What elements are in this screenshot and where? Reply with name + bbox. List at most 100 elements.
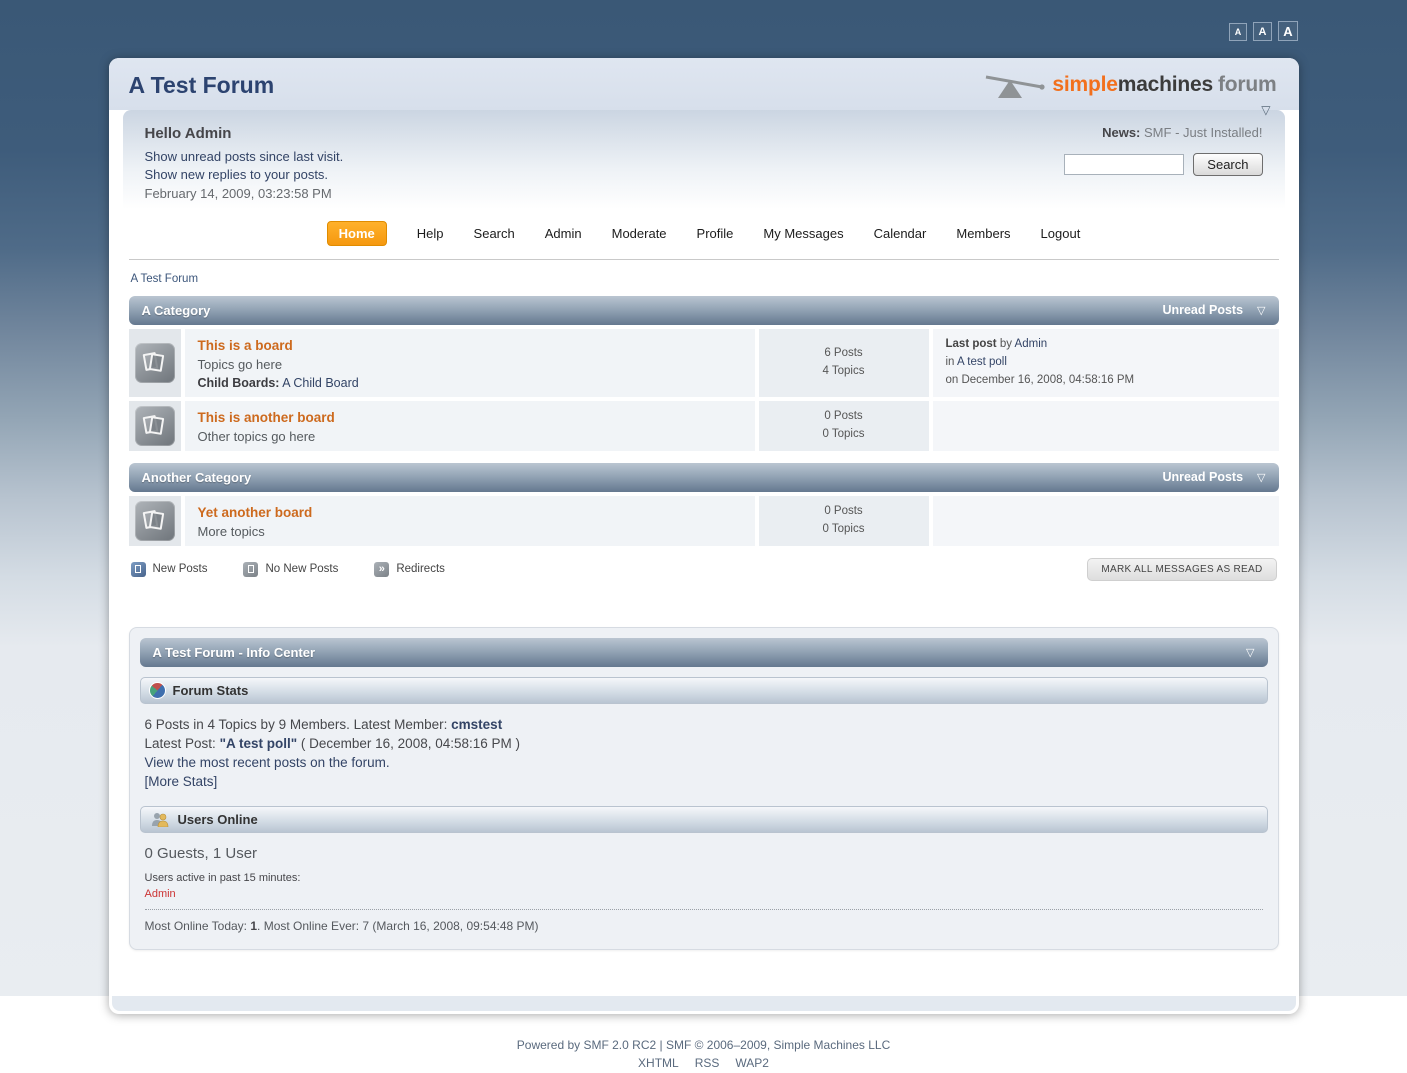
last-post-topic-link[interactable]: A test poll [957,356,1007,368]
active-users-label: Users active in past 15 minutes: [145,872,1263,884]
logo-text: simplemachinesforum [1052,73,1276,97]
most-online-line: Most Online Today: 1. Most Online Ever: … [145,919,1263,945]
mark-all-read-button[interactable]: MARK ALL MESSAGES AS READ [1087,558,1276,581]
legend-redirects: » Redirects [374,562,445,577]
board-stats-cell: 0 Posts 0 Topics [759,496,929,546]
users-online-heading: Users Online [178,812,258,827]
board-status-icon [135,501,175,541]
stats-summary: 6 Posts in 4 Topics by 9 Members. Latest… [145,717,448,732]
seesaw-logo-icon [984,71,1048,99]
show-replies-link[interactable]: Show new replies to your posts. [145,166,344,184]
dotted-divider [145,909,1263,910]
last-post-cell [933,496,1279,546]
more-stats-link[interactable]: [More Stats] [145,774,218,789]
news-line: News: SMF - Just Installed! [1064,125,1262,140]
collapse-info-center-icon[interactable]: ▽ [1246,646,1254,659]
latest-post-link[interactable]: "A test poll" [220,736,298,751]
user-greeting-block: Hello Admin Show unread posts since last… [145,125,344,201]
child-boards-label: Child Boards: [198,376,280,390]
board-icon-cell [129,329,181,397]
board-row-this-is-another-board: This is another board Other topics go he… [129,401,1279,451]
font-size-small-button[interactable]: A [1229,23,1247,41]
pie-chart-icon [150,683,165,698]
users-online-body: 0 Guests, 1 User Users active in past 15… [140,833,1268,945]
online-user-admin-link[interactable]: Admin [145,888,176,900]
new-posts-icon [131,562,146,577]
collapse-user-area-icon[interactable]: ▽ [1261,103,1270,117]
users-icon [150,812,170,827]
last-post-cell: Last post by Admin in A test poll on Dec… [933,329,1279,397]
child-board-link[interactable]: A Child Board [282,376,358,390]
nav-item-moderate[interactable]: Moderate [612,226,667,241]
board-description: Topics go here [198,357,742,372]
legend-no-new-posts: No New Posts [243,562,338,577]
collapse-category-icon[interactable]: ▽ [1257,304,1265,317]
font-size-medium-button[interactable]: A [1253,22,1272,41]
search-form: Search [1064,153,1262,176]
collapse-category-icon[interactable]: ▽ [1257,471,1265,484]
logo-word-simple: simple [1052,73,1117,96]
footer-links: XHTMLRSSWAP2 [0,1054,1407,1073]
nav-item-calendar[interactable]: Calendar [874,226,927,241]
category-header-another-category: Another Category Unread Posts ▽ [129,463,1279,492]
nav-item-logout[interactable]: Logout [1041,226,1081,241]
info-center-panel: A Test Forum - Info Center ▽ Forum Stats… [129,627,1279,950]
child-boards-line: Child Boards: A Child Board [198,376,742,390]
user-links: Show unread posts since last visit. Show… [145,148,344,184]
page-background: A A A A Test Forum simplemachinesforum ▽… [0,0,1407,996]
rss-link[interactable]: RSS [687,1056,728,1070]
category-header-a-category: A Category Unread Posts ▽ [129,296,1279,325]
page-footer: Powered by SMF 2.0 RC2 | SMF © 2006–2009… [0,1036,1407,1073]
font-size-large-button[interactable]: A [1278,21,1298,41]
current-datetime: February 14, 2009, 03:23:58 PM [145,186,344,201]
topics-count: 0 Topics [823,426,865,444]
recent-posts-link[interactable]: View the most recent posts on the forum. [145,755,390,770]
board-stats-cell: 6 Posts 4 Topics [759,329,929,397]
xhtml-link[interactable]: XHTML [630,1056,687,1070]
nav-item-admin[interactable]: Admin [545,226,582,241]
board-link[interactable]: Yet another board [198,505,313,520]
board-link[interactable]: This is a board [198,338,293,353]
board-stats-cell: 0 Posts 0 Topics [759,401,929,451]
board-info-cell: Yet another board More topics [185,496,755,546]
nav-item-home[interactable]: Home [327,221,387,246]
font-size-controls: A A A [1229,21,1298,41]
last-post-label: Last post [946,338,997,350]
search-input[interactable] [1064,154,1184,175]
greeting-text: Hello Admin [145,125,344,142]
users-online-header: Users Online [140,806,1268,833]
no-new-posts-icon [243,562,258,577]
board-status-icon [135,406,175,446]
nav-item-search[interactable]: Search [474,226,515,241]
nav-item-members[interactable]: Members [956,226,1010,241]
news-text: SMF - Just Installed! [1144,125,1262,140]
board-description: More topics [198,524,742,539]
breadcrumb[interactable]: A Test Forum [129,260,1279,296]
news-search-block: News: SMF - Just Installed! Search [1064,125,1262,201]
unread-posts-link[interactable]: Unread Posts [1162,303,1243,317]
last-post-user-link[interactable]: Admin [1015,338,1048,350]
wap2-link[interactable]: WAP2 [727,1056,777,1070]
category-title: Another Category [142,470,252,485]
category-title: A Category [142,303,211,318]
board-info-cell: This is a board Topics go here Child Boa… [185,329,755,397]
nav-item-help[interactable]: Help [417,226,444,241]
last-post-by-word: by [1000,338,1012,350]
latest-member-link[interactable]: cmstest [451,717,502,732]
simplemachines-logo[interactable]: simplemachinesforum [984,71,1276,99]
unread-posts-link[interactable]: Unread Posts [1162,470,1243,484]
last-post-in-word: in [946,356,955,368]
latest-post-label: Latest Post: [145,736,216,751]
forum-stats-body: 6 Posts in 4 Topics by 9 Members. Latest… [140,704,1268,796]
most-online-rest: . Most Online Ever: 7 (March 16, 2008, 0… [257,919,538,933]
board-legend: New Posts No New Posts » Redirects MARK … [129,556,1279,581]
board-link[interactable]: This is another board [198,410,335,425]
search-button[interactable]: Search [1193,153,1262,176]
nav-item-profile[interactable]: Profile [697,226,734,241]
show-unread-link[interactable]: Show unread posts since last visit. [145,148,344,166]
board-description: Other topics go here [198,429,742,444]
board-index-content: A Test Forum A Category Unread Posts ▽ T… [109,260,1299,974]
topics-count: 0 Topics [823,521,865,539]
nav-item-my-messages[interactable]: My Messages [763,226,843,241]
posts-count: 6 Posts [824,345,862,363]
